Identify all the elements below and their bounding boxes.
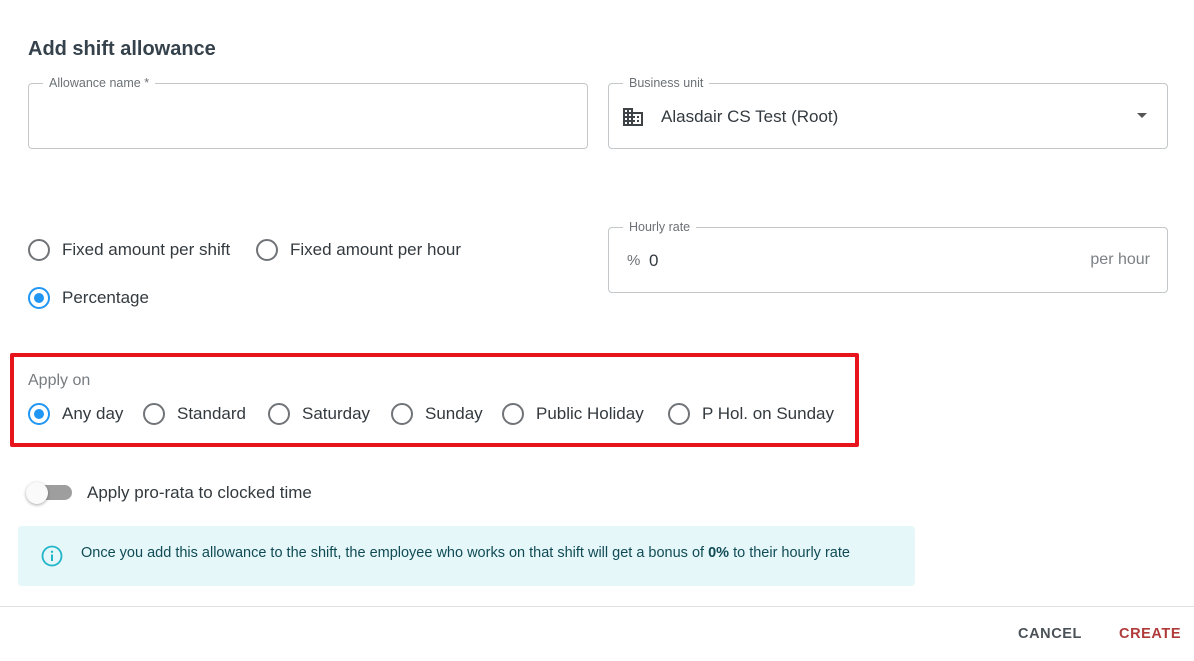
radio-public-holiday[interactable]: Public Holiday [502,403,644,425]
info-banner: Once you add this allowance to the shift… [18,526,915,586]
radio-circle[interactable] [502,403,524,425]
hourly-rate-label: Hourly rate [623,220,697,234]
business-unit-label: Business unit [623,76,710,90]
radio-label: Standard [177,404,246,423]
percent-prefix: % [627,252,641,269]
per-hour-suffix: per hour [1090,251,1150,268]
radio-circle[interactable] [268,403,290,425]
hourly-rate-input[interactable] [649,248,1049,274]
business-unit-select[interactable]: Business unit Alasdair CS Test (Root) [608,76,1168,149]
radio-circle[interactable] [668,403,690,425]
radio-percentage[interactable]: Percentage [28,287,149,309]
pro-rata-toggle[interactable] [26,481,74,505]
apply-on-label: Apply on [28,372,91,389]
allowance-name-label: Allowance name * [43,76,156,90]
radio-sunday[interactable]: Sunday [391,403,483,425]
highlight-box [10,353,859,447]
radio-circle[interactable] [28,287,50,309]
footer-divider [0,606,1194,607]
info-icon [41,545,63,567]
business-unit-value: Alasdair CS Test (Root) [661,107,839,126]
radio-label: Fixed amount per shift [62,240,231,259]
allowance-name-field[interactable]: Allowance name * [28,76,588,149]
radio-any-day[interactable]: Any day [28,403,123,425]
radio-circle[interactable] [256,239,278,261]
radio-label: Any day [62,404,124,423]
radio-circle[interactable] [391,403,413,425]
dialog-title: Add shift allowance [28,38,216,60]
bonus-value: 0% [708,545,730,561]
pro-rata-label: Apply pro-rata to clocked time [87,483,312,502]
radio-fixed-amount-per-hour[interactable]: Fixed amount per hour [256,239,461,261]
radio-label: Saturday [302,404,371,423]
create-button[interactable]: CREATE [1119,626,1181,642]
building-icon [623,108,643,126]
radio-circle[interactable] [143,403,165,425]
radio-label: Fixed amount per hour [290,240,462,259]
radio-fixed-amount-per-shift[interactable]: Fixed amount per shift [28,239,230,261]
chevron-down-icon[interactable] [1137,113,1147,118]
info-text-after: to their hourly rate [729,545,850,561]
hourly-rate-field[interactable]: Hourly rate % per hour [608,220,1168,293]
radio-label: Public Holiday [536,404,644,423]
radio-standard[interactable]: Standard [143,403,246,425]
radio-circle[interactable] [28,239,50,261]
info-text-before: Once you add this allowance to the shift… [81,545,709,561]
toggle-thumb[interactable] [26,482,48,504]
cancel-button[interactable]: CANCEL [1018,626,1082,642]
radio-label: Sunday [425,404,483,423]
info-message: Once you add this allowance to the shift… [81,545,850,561]
radio-p-hol-on-sunday[interactable]: P Hol. on Sunday [668,403,834,425]
radio-label: P Hol. on Sunday [702,404,834,423]
radio-circle[interactable] [28,403,50,425]
radio-label: Percentage [62,288,149,307]
radio-saturday[interactable]: Saturday [268,403,370,425]
